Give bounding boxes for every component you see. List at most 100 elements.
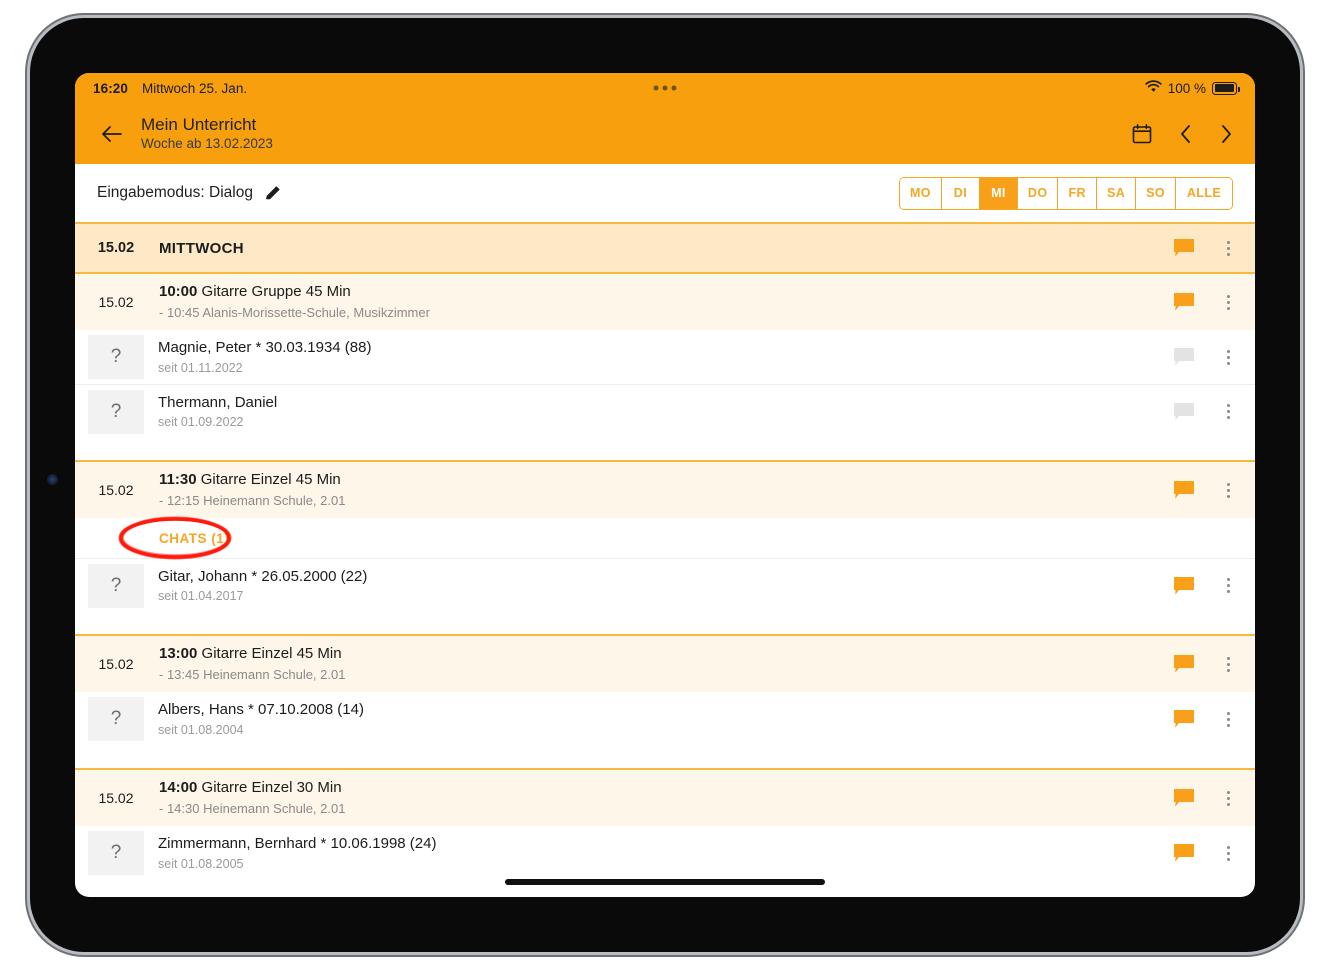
group-gap (75, 612, 1255, 634)
day-header-name: MITTWOCH (159, 239, 244, 257)
input-mode-label: Eingabemodus: Dialog (97, 184, 253, 201)
overflow-menu-icon[interactable] (1217, 401, 1239, 423)
battery-full-icon (1212, 81, 1240, 95)
student-name: Thermann, Daniel (158, 393, 278, 411)
lesson-title: 14:00 Gitarre Einzel 30 Min (159, 779, 342, 796)
overflow-menu-icon[interactable] (1217, 787, 1239, 809)
day-chip-sa[interactable]: SA (1096, 177, 1137, 209)
lesson-time: 10:00 (159, 283, 198, 301)
day-chip-alle[interactable]: ALLE (1176, 177, 1232, 209)
group-gap (75, 438, 1255, 460)
chats-row: CHATS (1) (75, 516, 1255, 560)
chevron-left-icon[interactable] (1179, 124, 1193, 144)
chat-button[interactable] (1173, 238, 1195, 258)
chevron-right-icon[interactable] (1219, 124, 1233, 144)
row-actions (1173, 346, 1245, 368)
student-since: seit 01.08.2004 (158, 722, 244, 737)
lesson-date: 15.02 (98, 482, 134, 498)
avatar: ? (88, 335, 144, 379)
chat-button[interactable] (1173, 576, 1195, 596)
student-name: Gitar, Johann * 26.05.2000 (22) (158, 567, 368, 585)
row-actions (1173, 653, 1245, 675)
lesson-row[interactable]: 15.02 11:30 Gitarre Einzel 45 Min - 12:15 … (75, 460, 1255, 518)
chat-bubble-icon[interactable] (1173, 709, 1195, 729)
overflow-menu-icon[interactable] (1217, 708, 1239, 730)
chat-button[interactable] (1173, 292, 1195, 312)
overflow-menu-icon[interactable] (1217, 653, 1239, 675)
day-chip-di[interactable]: DI (941, 177, 980, 209)
row-actions (1173, 237, 1245, 259)
multitasking-dots-icon[interactable] (653, 85, 677, 91)
row-actions (1173, 479, 1245, 501)
group-gap (75, 746, 1255, 768)
schedule-list: 15.02 MITTWOCH 15.02 10:00 Gitarre Gruppe 4… (75, 222, 1255, 880)
overflow-menu-icon[interactable] (1217, 479, 1239, 501)
chat-bubble-icon[interactable] (1173, 843, 1195, 863)
lesson-location: - 12:15 Heinemann Schule, 2.01 (159, 492, 346, 508)
chat-button[interactable] (1173, 402, 1195, 422)
student-since: seit 01.04.2017 (158, 589, 244, 604)
chat-bubble-icon[interactable] (1173, 654, 1195, 674)
student-main: Albers, Hans * 07.10.2008 (14) seit 01.08… (158, 700, 364, 738)
chat-bubble-icon[interactable] (1173, 347, 1195, 367)
overflow-menu-icon[interactable] (1217, 291, 1239, 313)
input-mode-bar: Eingabemodus: Dialog MO DI MI DO FR SA SO ALLE (75, 164, 1255, 222)
status-time: 16:20 (93, 80, 129, 96)
home-indicator[interactable] (505, 879, 825, 885)
student-main: Gitar, Johann * 26.05.2000 (22) seit 01.0… (158, 567, 367, 605)
student-row[interactable]: ? Thermann, Daniel seit 01.09.2022 (75, 384, 1255, 438)
student-row[interactable]: ? Zimmermann, Bernhard * 10.06.1998 (24) s… (75, 826, 1255, 880)
avatar: ? (88, 563, 144, 608)
app-bar-titles: Mein Unterricht Woche ab 13.02.2023 (141, 114, 273, 153)
lesson-date: 15.02 (98, 790, 134, 806)
chat-bubble-icon[interactable] (1173, 402, 1195, 422)
day-header-date: 15.02 (97, 240, 135, 256)
chat-bubble-icon[interactable] (1173, 576, 1195, 596)
lesson-main: 14:00 Gitarre Einzel 30 Min - 14:30 Heine… (159, 778, 345, 818)
lesson-main: 13:00 Gitarre Einzel 45 Min - 13:45 Heine… (159, 644, 345, 684)
chat-button[interactable] (1173, 654, 1195, 674)
chat-button[interactable] (1173, 709, 1195, 729)
lesson-row[interactable]: 15.02 14:00 Gitarre Einzel 30 Min - 14:30 … (75, 768, 1255, 826)
pencil-icon[interactable] (263, 184, 282, 203)
chat-bubble-icon[interactable] (1173, 788, 1195, 808)
day-chip-so[interactable]: SO (1136, 177, 1176, 209)
student-row[interactable]: ? Magnie, Peter * 30.03.1934 (88) seit 01.… (75, 330, 1255, 384)
day-chip-mi[interactable]: MI (979, 177, 1018, 209)
chat-button[interactable] (1173, 347, 1195, 367)
lesson-row[interactable]: 15.02 13:00 Gitarre Einzel 45 Min - 13:45 … (75, 634, 1255, 692)
chat-button[interactable] (1173, 480, 1195, 500)
row-actions (1173, 291, 1245, 313)
day-chip-fr[interactable]: FR (1058, 177, 1097, 209)
chat-button[interactable] (1173, 788, 1195, 808)
lesson-date: 15.02 (98, 294, 134, 310)
chat-bubble-icon[interactable] (1173, 480, 1195, 500)
day-selector[interactable]: MO DI MI DO FR SA SO ALLE (898, 176, 1233, 210)
overflow-menu-icon[interactable] (1217, 237, 1239, 259)
page-title: Mein Unterricht (141, 114, 257, 134)
battery-percent-label: 100 % (1167, 80, 1206, 96)
calendar-icon[interactable] (1131, 123, 1153, 145)
student-row[interactable]: ? Albers, Hans * 07.10.2008 (14) seit 01.0… (75, 692, 1255, 746)
back-button[interactable] (93, 116, 129, 152)
lesson-main: 10:00 Gitarre Gruppe 45 Min - 10:45 Alani… (159, 282, 430, 322)
lesson-date: 15.02 (98, 656, 134, 672)
lesson-title: 13:00 Gitarre Einzel 45 Min (159, 645, 342, 662)
student-since: seit 01.09.2022 (158, 415, 244, 430)
overflow-menu-icon[interactable] (1217, 575, 1239, 597)
overflow-menu-icon[interactable] (1217, 346, 1239, 368)
lesson-location: - 10:45 Alanis-Morissette-Schule, Musikz… (159, 304, 430, 320)
chat-bubble-icon[interactable] (1173, 238, 1195, 258)
lesson-title: 10:00 Gitarre Gruppe 45 Min (159, 283, 351, 300)
avatar: ? (88, 697, 144, 741)
chats-link[interactable]: CHATS (1) (159, 531, 229, 546)
student-row[interactable]: ? Gitar, Johann * 26.05.2000 (22) seit 01.… (75, 558, 1255, 612)
chat-bubble-icon[interactable] (1173, 292, 1195, 312)
day-chip-do[interactable]: DO (1017, 177, 1059, 209)
chat-button[interactable] (1173, 843, 1195, 863)
day-chip-mo[interactable]: MO (899, 177, 942, 209)
lesson-row[interactable]: 15.02 10:00 Gitarre Gruppe 45 Min - 10:45 … (75, 272, 1255, 330)
overflow-menu-icon[interactable] (1217, 842, 1239, 864)
bezel-artifact-dot (47, 474, 58, 485)
day-header: 15.02 MITTWOCH (75, 222, 1255, 272)
